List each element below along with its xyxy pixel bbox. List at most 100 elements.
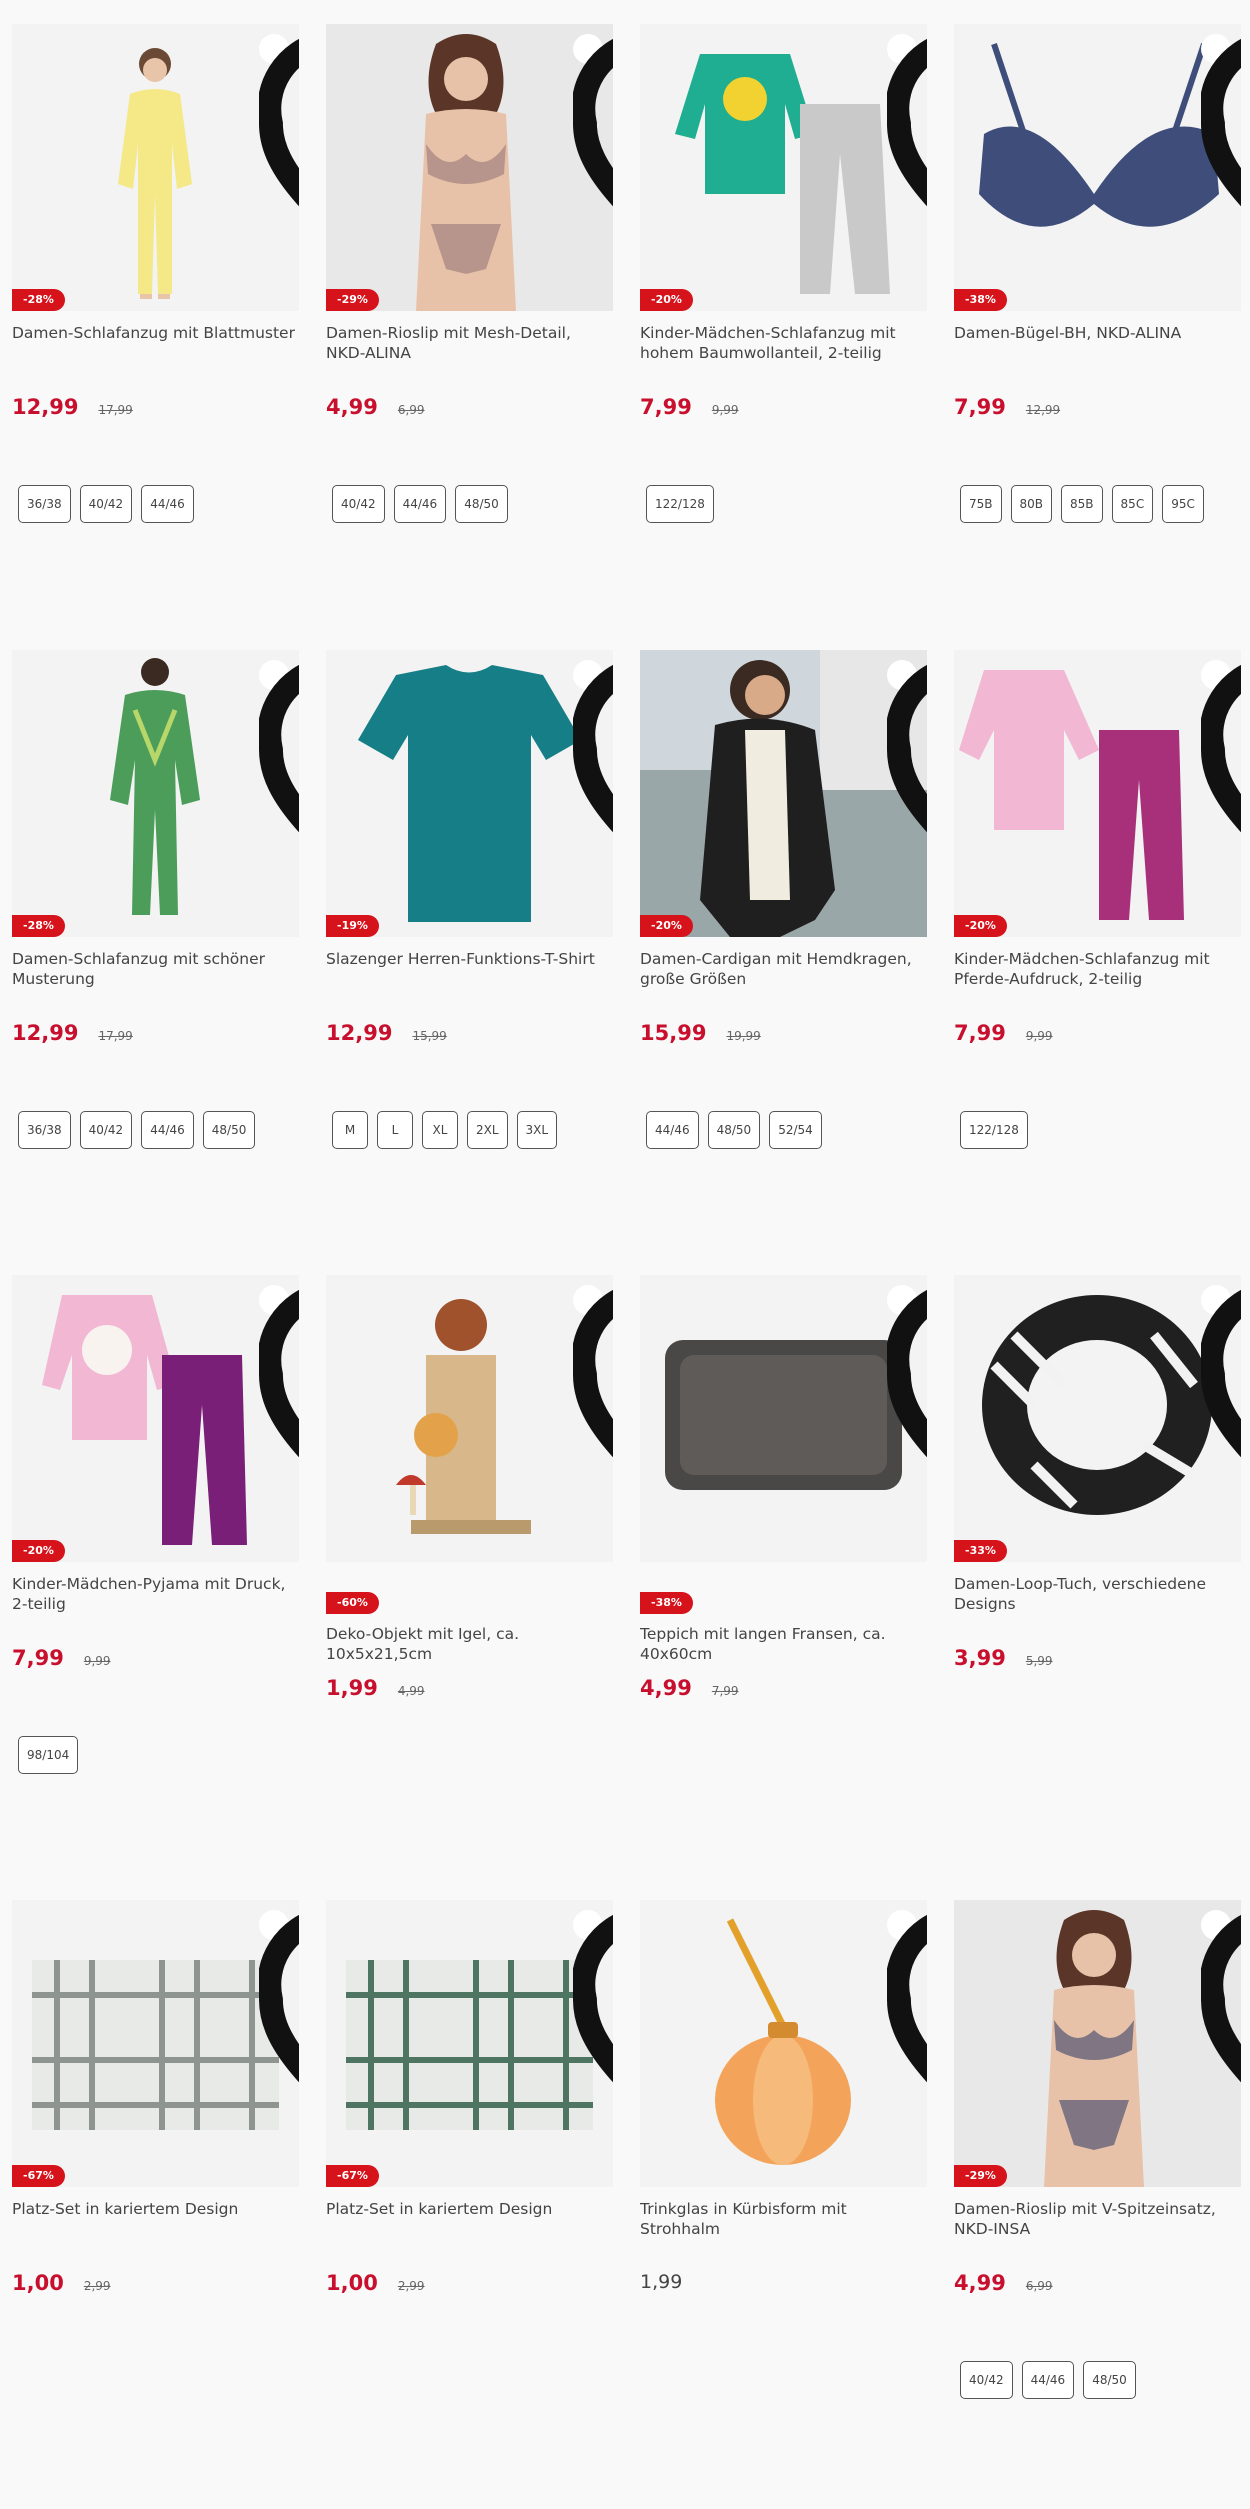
size-button[interactable]: 122/128: [960, 1111, 1028, 1149]
product-card[interactable]: -38% Teppich mit langen Fransen, ca. 40x6…: [640, 1275, 927, 1700]
product-title[interactable]: Damen-Loop-Tuch, verschiedene Designs: [954, 1574, 1241, 1616]
product-image[interactable]: -29%: [326, 24, 613, 311]
product-image[interactable]: -20%: [954, 650, 1241, 937]
size-button[interactable]: 52/54: [769, 1111, 822, 1149]
size-button[interactable]: 3XL: [516, 1111, 558, 1149]
product-title[interactable]: Deko-Objekt mit Igel, ca. 10x5x21,5cm: [326, 1624, 613, 1666]
size-button[interactable]: 48/50: [455, 485, 508, 523]
product-image[interactable]: -20%: [12, 1275, 299, 1562]
product-title[interactable]: Kinder-Mädchen-Schlafanzug mit Pferde-Au…: [954, 949, 1241, 991]
product-card[interactable]: -20% Kinder-Mädchen-Schlafanzug mit hohem…: [640, 24, 927, 523]
product-card[interactable]: -29% Damen-Rioslip mit Mesh-Detail, NKD-A…: [326, 24, 613, 523]
product-card[interactable]: -20% Kinder-Mädchen-Schlafanzug mit Pferd…: [954, 650, 1241, 1149]
product-image[interactable]: -38%: [954, 24, 1241, 311]
heart-icon[interactable]: [1201, 660, 1241, 833]
product-image[interactable]: [640, 1900, 927, 2187]
product-card[interactable]: -28% Damen-Schlafanzug mit schöner Muster…: [12, 650, 299, 1149]
product-title[interactable]: Kinder-Mädchen-Pyjama mit Druck, 2-teili…: [12, 1574, 299, 1616]
discount-badge: -60%: [326, 1592, 379, 1614]
heart-icon[interactable]: [1201, 1285, 1241, 1458]
product-card[interactable]: -20% Kinder-Mädchen-Pyjama mit Druck, 2-t…: [12, 1275, 299, 1774]
size-button[interactable]: 122/128: [646, 485, 714, 523]
heart-icon[interactable]: [887, 660, 927, 833]
product-title[interactable]: Kinder-Mädchen-Schlafanzug mit hohem Bau…: [640, 323, 927, 365]
product-image[interactable]: [640, 1275, 927, 1562]
heart-icon[interactable]: [259, 660, 299, 833]
old-price: 17,99: [98, 1029, 133, 1043]
size-button[interactable]: 36/38: [18, 1111, 71, 1149]
size-button[interactable]: L: [377, 1111, 413, 1149]
product-title[interactable]: Damen-Cardigan mit Hemdkragen, große Grö…: [640, 949, 927, 991]
product-card[interactable]: -20% Damen-Cardigan mit Hemdkragen, große…: [640, 650, 927, 1149]
size-button[interactable]: 85C: [1111, 485, 1154, 523]
product-card[interactable]: -19% Slazenger Herren-Funktions-T-Shirt 12…: [326, 650, 613, 1149]
size-button[interactable]: 40/42: [79, 485, 133, 523]
heart-icon[interactable]: [573, 660, 613, 833]
product-card[interactable]: -67% Platz-Set in kariertem Design 1,00 2,9…: [12, 1900, 299, 2295]
product-card[interactable]: -38% Damen-Bügel-BH, NKD-ALINA 7,99 12,99 75…: [954, 24, 1241, 523]
product-image[interactable]: -20%: [640, 24, 927, 311]
product-image[interactable]: [326, 1275, 613, 1562]
heart-icon[interactable]: [573, 1910, 613, 2083]
product-title[interactable]: Damen-Bügel-BH, NKD-ALINA: [954, 323, 1241, 365]
product-card[interactable]: Trinkglas in Kürbisform mit Strohhalm 1,9…: [640, 1900, 927, 2293]
product-image[interactable]: -67%: [326, 1900, 613, 2187]
product-card[interactable]: -28% Damen-Schlafanzug mit Blattmuster 12,…: [12, 24, 299, 523]
product-title[interactable]: Platz-Set in kariertem Design: [12, 2199, 299, 2241]
size-button[interactable]: 80B: [1010, 485, 1053, 523]
product-image[interactable]: -28%: [12, 24, 299, 311]
product-title[interactable]: Platz-Set in kariertem Design: [326, 2199, 613, 2241]
heart-icon[interactable]: [887, 1910, 927, 2083]
price-row: 4,99 7,99: [640, 1676, 927, 1700]
size-button[interactable]: 40/42: [79, 1111, 133, 1149]
size-button[interactable]: 44/46: [646, 1111, 699, 1149]
size-button[interactable]: M: [332, 1111, 368, 1149]
product-title[interactable]: Trinkglas in Kürbisform mit Strohhalm: [640, 2199, 927, 2241]
heart-icon[interactable]: [573, 1285, 613, 1458]
size-button[interactable]: 75B: [960, 485, 1002, 523]
size-button[interactable]: 85B: [1061, 485, 1103, 523]
product-image[interactable]: -33%: [954, 1275, 1241, 1562]
size-button[interactable]: 44/46: [1021, 2361, 1075, 2399]
size-button[interactable]: 44/46: [393, 485, 447, 523]
product-title[interactable]: Damen-Schlafanzug mit schöner Musterung: [12, 949, 299, 991]
product-card[interactable]: -29% Damen-Rioslip mit V-Spitzeinsatz, NK…: [954, 1900, 1241, 2399]
size-button[interactable]: 40/42: [332, 485, 385, 523]
product-card[interactable]: -60% Deko-Objekt mit Igel, ca. 10x5x21,5c…: [326, 1275, 613, 1700]
current-price: 1,99: [640, 2271, 683, 2293]
product-image[interactable]: -28%: [12, 650, 299, 937]
product-image[interactable]: -67%: [12, 1900, 299, 2187]
product-image[interactable]: -19%: [326, 650, 613, 937]
product-card[interactable]: -67% Platz-Set in kariertem Design 1,00 2,9…: [326, 1900, 613, 2295]
heart-icon[interactable]: [1201, 34, 1241, 207]
size-button[interactable]: 98/104: [18, 1736, 79, 1774]
heart-icon[interactable]: [887, 34, 927, 207]
size-button[interactable]: 95C: [1162, 485, 1204, 523]
size-button[interactable]: 48/50: [1083, 2361, 1136, 2399]
heart-icon[interactable]: [887, 1285, 927, 1458]
product-title[interactable]: Slazenger Herren-Funktions-T-Shirt: [326, 949, 613, 991]
product-title[interactable]: Teppich mit langen Fransen, ca. 40x60cm: [640, 1624, 927, 1666]
heart-icon[interactable]: [259, 34, 299, 207]
product-title[interactable]: Damen-Schlafanzug mit Blattmuster: [12, 323, 299, 365]
size-button[interactable]: 48/50: [707, 1111, 761, 1149]
size-button[interactable]: 44/46: [141, 485, 194, 523]
heart-icon[interactable]: [259, 1285, 299, 1458]
product-image[interactable]: -29%: [954, 1900, 1241, 2187]
product-title[interactable]: Damen-Rioslip mit Mesh-Detail, NKD-ALINA: [326, 323, 613, 365]
size-button[interactable]: 2XL: [467, 1111, 508, 1149]
heart-icon[interactable]: [573, 34, 613, 207]
size-button[interactable]: 48/50: [202, 1111, 256, 1149]
heart-icon[interactable]: [1201, 1910, 1241, 2083]
product-card[interactable]: -33% Damen-Loop-Tuch, verschiedene Design…: [954, 1275, 1241, 1670]
current-price: 4,99: [640, 1676, 692, 1700]
size-button[interactable]: XL: [422, 1111, 458, 1149]
size-button[interactable]: 36/38: [18, 485, 71, 523]
product-title[interactable]: Damen-Rioslip mit V-Spitzeinsatz, NKD-IN…: [954, 2199, 1241, 2241]
size-button[interactable]: 40/42: [960, 2361, 1013, 2399]
heart-icon[interactable]: [259, 1910, 299, 2083]
size-button[interactable]: 44/46: [141, 1111, 194, 1149]
product-image[interactable]: -20%: [640, 650, 927, 937]
discount-badge: -20%: [640, 289, 693, 311]
current-price: 7,99: [954, 1021, 1006, 1045]
